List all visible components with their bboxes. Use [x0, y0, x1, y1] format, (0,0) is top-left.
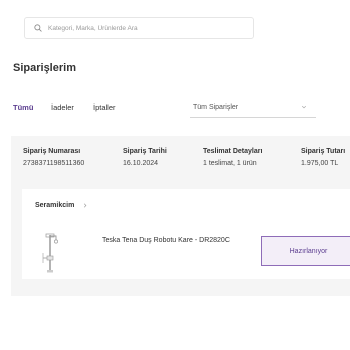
order-date-label: Sipariş Tarihi — [123, 148, 167, 155]
shower-robot-image[interactable] — [36, 232, 62, 276]
search-input[interactable] — [48, 24, 238, 32]
delivery-details-label: Teslimat Detayları — [203, 148, 263, 155]
order-filter-dropdown[interactable]: Tüm Siparişler — [190, 98, 316, 118]
store-link[interactable]: Seramikcim — [35, 202, 88, 209]
order-filter-value: Tüm Siparişler — [193, 104, 239, 111]
delivery-details-column: Teslimat Detayları 1 teslimat, 1 ürün — [203, 148, 262, 167]
page-title: Siparişlerim — [13, 62, 76, 74]
search-icon — [34, 24, 42, 32]
order-total-column: Sipariş Tutarı 1.975,00 TL — [301, 148, 345, 167]
order-total-label: Sipariş Tutarı — [301, 148, 346, 155]
status-badge[interactable]: Hazırlanıyor — [261, 236, 350, 266]
tab-cancellations[interactable]: İptaller — [93, 103, 116, 112]
order-total-value: 1.975,00 TL — [301, 160, 339, 167]
store-name: Seramikcim — [35, 202, 75, 209]
tab-returns[interactable]: İadeler — [51, 103, 74, 112]
order-date-column: Sipariş Tarihi 16.10.2024 — [123, 148, 167, 167]
tab-all[interactable]: Tümü — [13, 103, 33, 112]
chevron-down-icon — [301, 105, 307, 109]
order-number-label: Sipariş Numarası — [23, 148, 81, 155]
order-number-column: Sipariş Numarası 2738371198511360 — [23, 148, 84, 167]
search-bar[interactable] — [24, 17, 254, 39]
delivery-details-value: 1 teslimat, 1 ürün — [203, 160, 257, 167]
order-number-value: 2738371198511360 — [23, 160, 85, 167]
order-date-value: 16.10.2024 — [123, 160, 159, 167]
product-name[interactable]: Teska Tena Duş Robotu Kare - DR2820C — [102, 237, 230, 244]
chevron-right-icon — [84, 203, 87, 208]
